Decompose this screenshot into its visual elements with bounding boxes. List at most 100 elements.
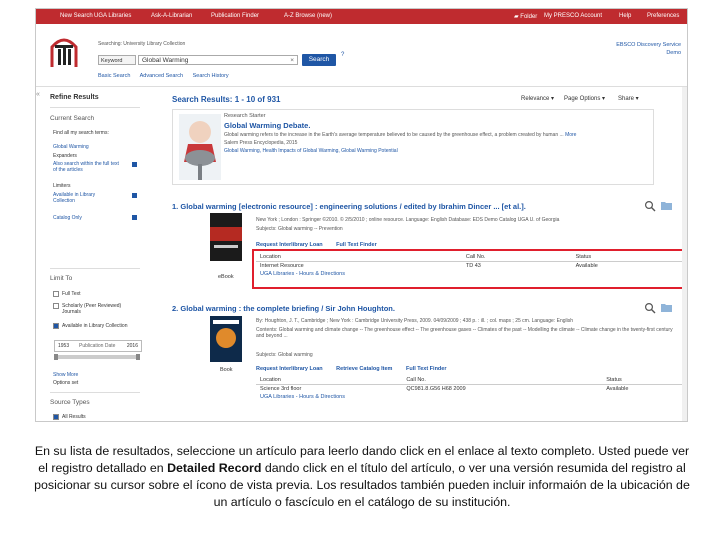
search-input[interactable]: Global Warming × bbox=[138, 55, 298, 65]
result-meta: By: Houghton, J. T., Cambridge ; New Yor… bbox=[256, 318, 574, 324]
topnav-az-browse[interactable]: A-Z Browse (new) bbox=[284, 13, 332, 19]
hours-directions-link[interactable]: UGA Libraries - Hours & Directions bbox=[256, 393, 687, 401]
source-types-heading[interactable]: Source Types bbox=[50, 399, 90, 406]
date-from-field[interactable]: 1953 bbox=[58, 341, 69, 351]
research-starter-more[interactable]: More bbox=[565, 132, 576, 138]
full-text-label: Full Text bbox=[62, 291, 81, 297]
holdings-table: Location Call No. Status Internet Resource… bbox=[256, 253, 687, 278]
close-icon[interactable]: × bbox=[290, 56, 294, 66]
refine-results-title: Refine Results bbox=[50, 94, 99, 101]
searching-label: Searching: University Library Collection bbox=[98, 41, 186, 47]
magnifier-preview-icon[interactable] bbox=[644, 302, 656, 314]
research-starter-box: Research Starter Global Warming Debate. … bbox=[172, 109, 654, 185]
results-count-header: Search Results: 1 - 10 of 931 bbox=[172, 95, 281, 104]
request-ill-link[interactable]: Request Interlibrary Loan bbox=[256, 366, 323, 372]
collapse-panel-icon[interactable]: « bbox=[36, 91, 40, 98]
publication-date-range[interactable]: 1953 Publication Date 2016 bbox=[54, 340, 142, 352]
cell-location: Internet Resource bbox=[260, 263, 304, 269]
top-nav-bar: New Search UGA Libraries Ask-A-Librarian… bbox=[36, 9, 687, 24]
uga-arch-logo-icon[interactable] bbox=[49, 33, 79, 69]
slider-handle-right[interactable] bbox=[136, 354, 140, 360]
topnav-preferences[interactable]: Preferences bbox=[647, 13, 679, 19]
result-title-link[interactable]: Global warming : the complete briefing /… bbox=[180, 304, 395, 313]
divider bbox=[50, 268, 140, 269]
relevance-dropdown[interactable]: Relevance ▾ bbox=[521, 95, 554, 102]
cell-callno: QC981.8.G56 H68 2009 bbox=[406, 386, 466, 392]
divider bbox=[50, 392, 140, 393]
limiters-label: Limiters bbox=[53, 183, 71, 189]
full-text-checkbox[interactable] bbox=[53, 291, 59, 297]
holdings-table: Location Call No. Status Science 3rd floor… bbox=[256, 376, 687, 401]
retrieve-catalog-link[interactable]: Retrieve Catalog Item bbox=[336, 366, 392, 372]
share-dropdown[interactable]: Share ▾ bbox=[618, 95, 639, 102]
page-options-dropdown[interactable]: Page Options ▾ bbox=[564, 95, 605, 102]
result-contents: Contents: Global warming and climate cha… bbox=[256, 327, 673, 339]
research-starter-subjects[interactable]: Global Warming, Health Impacts of Global… bbox=[224, 148, 644, 154]
limiter-catalog-only[interactable]: Catalog Only bbox=[53, 215, 82, 221]
keyword-select[interactable]: Keyword bbox=[98, 55, 136, 65]
caption-bold: Detailed Record bbox=[167, 461, 262, 475]
folder-icon[interactable] bbox=[661, 201, 672, 210]
search-header: Searching: University Library Collection… bbox=[36, 24, 687, 87]
col-status: Status bbox=[602, 376, 687, 385]
search-history-link[interactable]: Search History bbox=[193, 73, 229, 79]
topnav-publication-finder[interactable]: Publication Finder bbox=[211, 13, 259, 19]
remove-expander-icon[interactable] bbox=[132, 162, 137, 167]
available-label: Available in Library Collection bbox=[62, 323, 128, 329]
result-type-label: eBook bbox=[218, 274, 234, 280]
slide-caption: En su lista de resultados, seleccione un… bbox=[34, 443, 690, 511]
book-cover-thumbnail[interactable] bbox=[210, 213, 242, 261]
magnifier-preview-icon[interactable] bbox=[644, 200, 656, 212]
refine-results-panel: « Refine Results Current Search Find all… bbox=[36, 87, 166, 421]
basic-search-link[interactable]: Basic Search bbox=[98, 73, 130, 79]
remove-limiter-icon[interactable] bbox=[132, 215, 137, 220]
request-ill-link[interactable]: Request Interlibrary Loan bbox=[256, 242, 323, 248]
search-subnav: Basic Search Advanced Search Search Hist… bbox=[98, 73, 237, 79]
topnav-folder[interactable]: ▰ Folder bbox=[514, 13, 537, 20]
result-links: Request Interlibrary Loan Retrieve Catal… bbox=[256, 366, 447, 372]
topnav-help[interactable]: Help bbox=[619, 13, 631, 19]
advanced-search-link[interactable]: Advanced Search bbox=[140, 73, 183, 79]
col-location: Location bbox=[256, 376, 403, 385]
hours-directions-link[interactable]: UGA Libraries - Hours & Directions bbox=[256, 270, 687, 278]
result-meta: New York ; London : Springer ©2010. © 2/… bbox=[256, 217, 560, 223]
topnav-ask-librarian[interactable]: Ask-A-Librarian bbox=[151, 13, 192, 19]
topnav-account[interactable]: My PRESCO Account bbox=[544, 13, 602, 19]
result-number: 1. bbox=[172, 202, 179, 211]
scholarly-checkbox[interactable] bbox=[53, 303, 59, 309]
current-search-heading[interactable]: Current Search bbox=[50, 115, 94, 122]
research-starter-title[interactable]: Global Warming Debate. bbox=[224, 121, 310, 130]
available-checkbox[interactable] bbox=[53, 323, 59, 329]
full-text-finder-link[interactable]: Full Text Finder bbox=[406, 366, 447, 372]
limiter-available[interactable]: Available in Library Collection bbox=[53, 192, 113, 204]
date-to-field[interactable]: 2016 bbox=[127, 341, 138, 351]
research-starter-desc: Global warming refers to the increase in… bbox=[224, 132, 577, 138]
expanders-label: Expanders bbox=[53, 153, 77, 159]
result-number: 2. bbox=[172, 304, 179, 313]
research-starter-image[interactable] bbox=[179, 114, 221, 180]
browser-screenshot: New Search UGA Libraries Ask-A-Librarian… bbox=[35, 8, 688, 422]
expander-item[interactable]: Also search within the full text of the … bbox=[53, 161, 123, 173]
folder-icon[interactable] bbox=[661, 303, 672, 312]
options-set-label: Options set bbox=[53, 380, 79, 386]
topnav-new-search[interactable]: New Search bbox=[60, 13, 93, 19]
scrollbar[interactable] bbox=[682, 87, 687, 421]
result-title-link[interactable]: Global warming [electronic resource] : e… bbox=[180, 202, 525, 211]
all-results-label: All Results bbox=[62, 414, 86, 420]
remove-limiter-icon[interactable] bbox=[132, 193, 137, 198]
find-terms-value[interactable]: Global Warming bbox=[53, 144, 89, 150]
help-icon[interactable]: ? bbox=[341, 52, 344, 58]
full-text-finder-link[interactable]: Full Text Finder bbox=[336, 242, 377, 248]
col-callno: Call No. bbox=[402, 376, 603, 385]
book-cover-thumbnail[interactable] bbox=[210, 316, 242, 362]
search-button[interactable]: Search bbox=[302, 54, 336, 66]
col-callno: Call No. bbox=[461, 253, 572, 262]
limit-to-heading[interactable]: Limit To bbox=[50, 275, 72, 282]
date-slider[interactable] bbox=[54, 354, 140, 360]
scholarly-label: Scholarly (Peer Reviewed) Journals bbox=[62, 303, 122, 315]
topnav-uga-libraries[interactable]: UGA Libraries bbox=[94, 13, 131, 19]
all-results-checkbox[interactable] bbox=[53, 414, 59, 420]
show-more-link[interactable]: Show More bbox=[53, 372, 78, 378]
slider-handle-left[interactable] bbox=[54, 354, 58, 360]
cell-callno: TD 43 bbox=[465, 263, 481, 269]
